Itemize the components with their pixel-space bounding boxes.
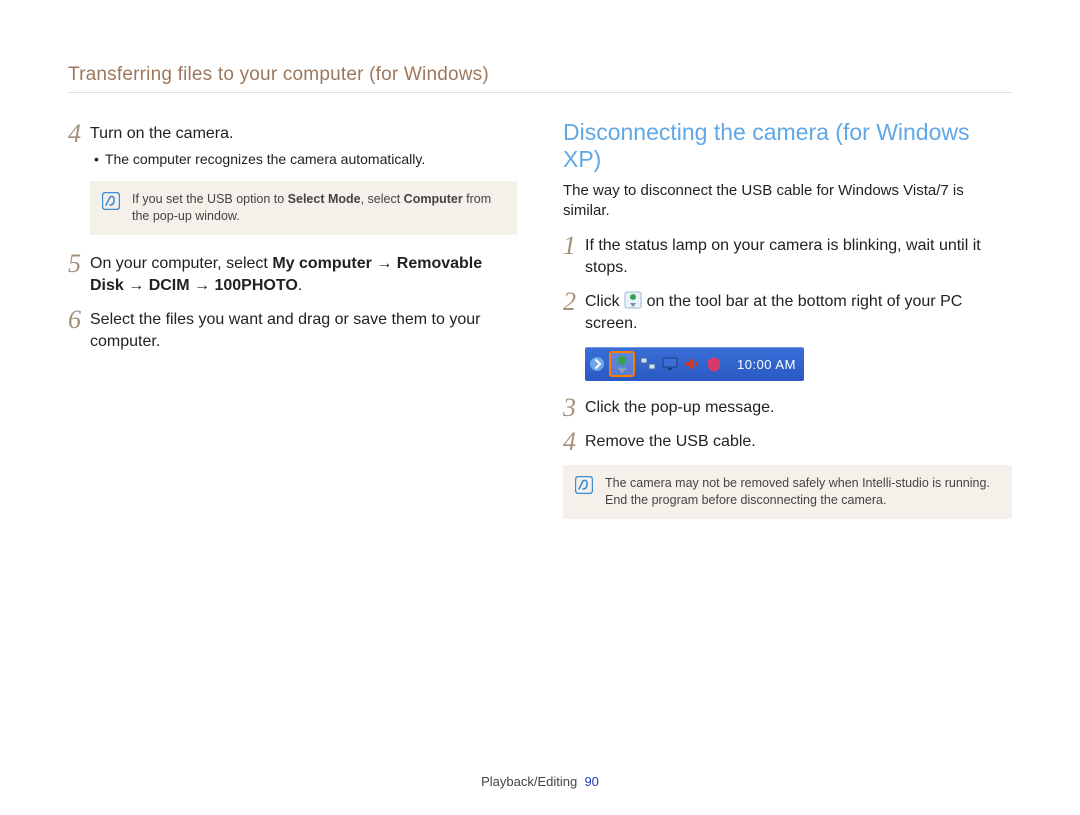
step-number: 1 [563,235,585,257]
note-icon [102,192,120,210]
path-arrow3: → [190,277,215,294]
step-number: 3 [563,397,585,419]
page-footer: Playback/Editing 90 [0,774,1080,789]
step-body: Turn on the camera. The computer recogni… [90,123,517,169]
step-body: If the status lamp on your camera is bli… [585,235,1012,279]
content-columns: 4 Turn on the camera. The computer recog… [68,123,1012,537]
note-text: If you set the USB option to Select Mode… [132,191,503,225]
step-body: Click on the tool bar at the bottom righ… [585,291,1012,335]
left-column: 4 Turn on the camera. The computer recog… [68,123,517,537]
step-text-pre: Click [585,293,624,310]
step-text: Turn on the camera. [90,125,233,142]
network-icon[interactable] [639,355,657,373]
footer-page-number: 90 [584,774,598,789]
step-body: Select the files you want and drag or sa… [90,309,517,353]
note-text-pre: If you set the USB option to [132,192,288,206]
page-header-title: Transferring files to your computer (for… [68,64,1012,92]
path-dcim: DCIM [149,277,190,294]
step-number: 5 [68,253,90,275]
step-text-post: on the tool bar at the bottom right of y… [585,293,962,332]
volume-icon[interactable] [683,355,701,373]
step-number: 6 [68,309,90,331]
step-4-right: 4 Remove the USB cable. [563,431,1012,453]
step-4: 4 Turn on the camera. The computer recog… [68,123,517,169]
step-2: 2 Click on the tool bar at the bottom ri… [563,291,1012,335]
step-body: Remove the USB cable. [585,431,1012,453]
step-6: 6 Select the files you want and drag or … [68,309,517,353]
taskbar-screenshot: 10:00 AM [585,347,1012,381]
step-text: Select the files you want and drag or sa… [90,311,480,350]
step-text: Click the pop-up message. [585,399,774,416]
step-number: 4 [68,123,90,145]
safely-remove-hw-icon[interactable] [609,351,635,377]
step-bullet: The computer recognizes the camera autom… [90,149,517,169]
note-box-intelli-studio: The camera may not be removed safely whe… [563,465,1012,519]
taskbar-expand-icon[interactable] [589,356,605,372]
step-5: 5 On your computer, select My computer →… [68,253,517,297]
step-body: Click the pop-up message. [585,397,1012,419]
footer-section: Playback/Editing [481,774,577,789]
taskbar: 10:00 AM [585,347,804,381]
step-text-pre: On your computer, select [90,255,272,272]
note-box-usb-option: If you set the USB option to Select Mode… [90,181,517,235]
page: Transferring files to your computer (for… [0,0,1080,815]
step-3: 3 Click the pop-up message. [563,397,1012,419]
step-number: 4 [563,431,585,453]
step-text: If the status lamp on your camera is bli… [585,237,981,276]
step-number: 2 [563,291,585,313]
note-text: The camera may not be removed safely whe… [605,475,998,509]
step-text: Remove the USB cable. [585,433,756,450]
header-divider [68,92,1012,93]
step-body: On your computer, select My computer → R… [90,253,517,297]
taskbar-clock: 10:00 AM [737,357,796,372]
path-my-computer: My computer [272,255,372,272]
step-text-post: . [298,277,302,294]
note-text-mid: , select [361,192,404,206]
section-subtext: The way to disconnect the USB cable for … [563,181,1012,221]
path-arrow2: → [124,277,149,294]
safely-remove-hw-icon [624,291,642,309]
note-bold-computer: Computer [404,192,463,206]
step-1: 1 If the status lamp on your camera is b… [563,235,1012,279]
note-bold-select-mode: Select Mode [288,192,361,206]
display-icon[interactable] [661,355,679,373]
path-arrow1: → [372,255,397,272]
antivirus-icon[interactable] [705,355,723,373]
note-icon [575,476,593,494]
path-100photo: 100PHOTO [214,277,297,294]
right-column: Disconnecting the camera (for Windows XP… [563,123,1012,537]
section-heading: Disconnecting the camera (for Windows XP… [563,119,1012,173]
